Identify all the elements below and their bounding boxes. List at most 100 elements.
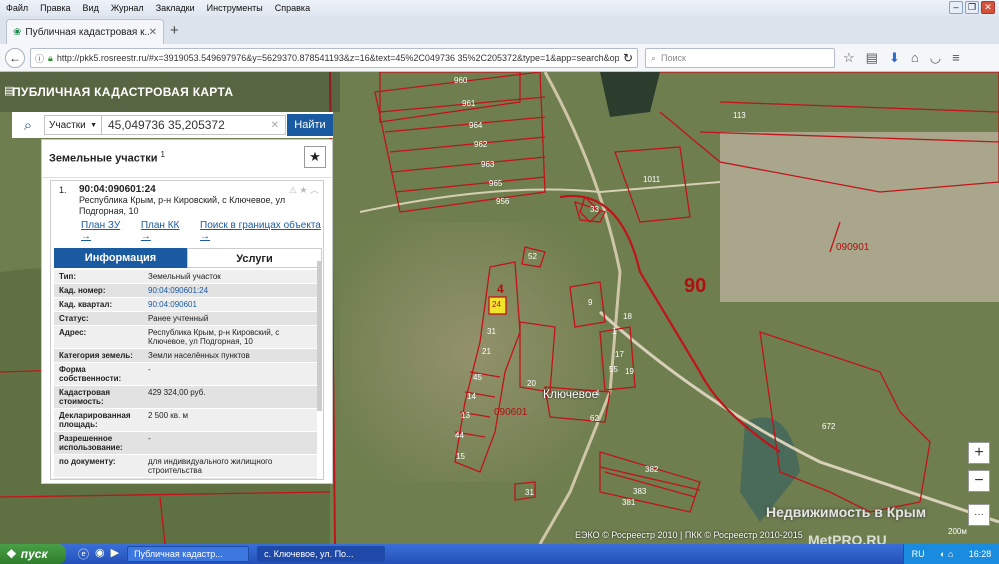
restore-icon[interactable]: ❐ <box>965 1 979 14</box>
parcel-label: 965 <box>489 179 503 188</box>
reload-icon[interactable]: ↻ <box>623 51 633 65</box>
info-key: Адрес: <box>59 328 87 337</box>
menu-help[interactable]: Справка <box>269 3 316 13</box>
region-label: 90 <box>684 275 707 297</box>
browser-search-input[interactable]: ⌕ Поиск <box>645 48 835 68</box>
parcel-label: 62 <box>590 414 599 423</box>
menu-icon[interactable]: ≡ <box>952 50 960 66</box>
search-icon[interactable]: ⌕ <box>12 117 44 134</box>
info-row: Декларированная площадь: 2 500 кв. м <box>54 409 317 432</box>
result-index: 1. <box>59 185 67 195</box>
lock-icon: 🔒︎ <box>48 52 53 63</box>
parcel-label: 672 <box>822 422 836 431</box>
close-icon[interactable]: ✕ <box>981 1 995 14</box>
menu-view[interactable]: Вид <box>77 3 105 13</box>
plan-zu-link[interactable]: План ЗУ → <box>81 220 129 242</box>
menu-file[interactable]: Файл <box>0 3 34 13</box>
url-field[interactable]: ⓘ 🔒︎ http://pkk5.rosreestr.ru/#x=3919053… <box>30 48 638 68</box>
tab-close-icon[interactable]: ✕ <box>149 27 157 38</box>
card-links: План ЗУ → План КК → Поиск в границах объ… <box>51 217 323 242</box>
parcel-label: 33 <box>590 205 599 214</box>
info-row: Кадастровая стоимость: 429 324,00 руб. <box>54 386 317 409</box>
map-scale: 200м <box>948 527 967 536</box>
info-value[interactable]: 90:04:090601 <box>145 298 317 311</box>
tab-bar: ❀ Публичная кадастровая к... ✕ + <box>0 16 999 44</box>
menu-tools[interactable]: Инструменты <box>201 3 269 13</box>
info-value[interactable]: 90:04:090601:24 <box>145 284 317 297</box>
browser-tab[interactable]: ❀ Публичная кадастровая к... ✕ <box>6 19 164 44</box>
info-value: Республика Крым, р-н Кировский, с Ключев… <box>148 328 280 346</box>
plan-kk-link[interactable]: План КК → <box>141 220 188 242</box>
parcel-label: 17 <box>615 350 624 359</box>
info-key: Кад. квартал: <box>59 300 113 309</box>
bookmark-star-icon[interactable]: ☆ <box>843 50 855 66</box>
search-bounds-link[interactable]: Поиск в границах объекта → <box>200 220 323 242</box>
parcel-label: 963 <box>481 160 495 169</box>
more-icon[interactable]: ··· <box>968 504 990 526</box>
info-row: по документу: для индивидуального жилищно… <box>54 455 317 478</box>
zoom-in-button[interactable]: + <box>968 442 990 464</box>
query-text: 45,049736 35,205372 <box>108 118 225 132</box>
home-icon[interactable]: ⌂ <box>911 50 919 66</box>
info-key: Статус: <box>59 314 89 323</box>
pocket-icon[interactable]: ◡ <box>930 50 941 66</box>
info-key: Кадастровая стоимость: <box>59 388 111 406</box>
parcel-label: 31 <box>525 488 534 497</box>
back-icon[interactable]: ← <box>5 47 25 68</box>
search-type-select[interactable]: Участки ▼ <box>44 115 102 135</box>
minimize-icon[interactable]: – <box>949 1 963 14</box>
parcel-address: Республика Крым, р-н Кировский, с Ключев… <box>79 195 286 216</box>
taskbar-window-firefox[interactable]: Публичная кадастр... <box>127 546 250 562</box>
panel-title-text: Земельные участки <box>49 152 158 165</box>
find-button[interactable]: Найти <box>287 114 333 136</box>
map-copyright: ЕЭКО © Росреестр 2010 | ПКК © Росреестр … <box>575 530 803 540</box>
new-tab-icon[interactable]: + <box>170 22 179 39</box>
menu-bookmarks[interactable]: Закладки <box>150 3 201 13</box>
tab-services[interactable]: Услуги <box>187 248 322 268</box>
info-icon[interactable]: ⓘ <box>35 52 44 65</box>
media-icon[interactable]: ▶ <box>111 546 119 562</box>
card-action-icons[interactable]: ⚠ ★ ︿ <box>289 183 319 196</box>
cadastral-number[interactable]: 90:04:090601:24 <box>79 184 317 195</box>
parcel-label: 962 <box>474 140 488 149</box>
download-icon[interactable]: ⬇ <box>889 50 900 66</box>
parcel-label: 1 <box>612 327 617 336</box>
tab-information[interactable]: Информация <box>54 248 187 268</box>
menu-history[interactable]: Журнал <box>105 3 150 13</box>
clear-icon[interactable]: ✕ <box>271 120 279 131</box>
language-indicator[interactable]: RU <box>912 549 925 559</box>
favorite-star-icon[interactable]: ★ <box>304 146 326 168</box>
watermark: Недвижимость в Крым <box>766 504 927 520</box>
info-value: для индивидуального жилищного строительс… <box>148 457 273 475</box>
parcel-label: 15 <box>456 452 465 461</box>
scrollbar[interactable] <box>317 261 322 411</box>
map-view[interactable]: 960 961 964 962 963 965 956 113 1011 672… <box>0 72 999 544</box>
clock: 16:28 <box>968 549 992 559</box>
tray-icons[interactable]: ◐ ⌂ <box>940 549 953 559</box>
zoom-out-button[interactable]: − <box>968 470 990 492</box>
reading-list-icon[interactable]: ▤ <box>866 50 878 66</box>
start-button[interactable]: ❖ пуск <box>0 544 66 564</box>
info-value: Ранее учтенный <box>148 314 209 323</box>
firefox-icon[interactable]: ◉ <box>95 546 105 562</box>
parcel-label: 31 <box>487 327 496 336</box>
menu-edit[interactable]: Правка <box>34 3 76 13</box>
parcel-number-label: 4 <box>497 282 504 296</box>
info-value: 2 500 кв. м <box>148 411 188 420</box>
chevron-down-icon: ▼ <box>90 121 97 129</box>
info-value: Земли населённых пунктов <box>148 351 250 360</box>
panel-title: Земельные участки 1 <box>49 150 165 165</box>
card-tabs: Информация Услуги <box>54 248 322 268</box>
watermark-site: MetPRO.RU <box>808 532 887 544</box>
coordinates-input[interactable]: 45,049736 35,205372 ✕ <box>102 115 286 135</box>
info-value: - <box>145 478 317 479</box>
info-value: - <box>148 365 151 374</box>
taskbar-window-doc[interactable]: с. Ключевое, ул. По... <box>257 546 386 562</box>
search-type-value: Участки <box>49 119 86 131</box>
windows-logo-icon: ❖ <box>6 547 17 561</box>
selected-parcel-number: 24 <box>492 300 501 309</box>
info-row: Разрешенное использование: - <box>54 432 317 455</box>
ie-icon[interactable]: ⓔ <box>78 546 89 562</box>
info-value: 429 324,00 руб. <box>148 388 206 397</box>
results-panel: Земельные участки 1 ★ 1. 90:04:090601:24… <box>41 139 333 484</box>
